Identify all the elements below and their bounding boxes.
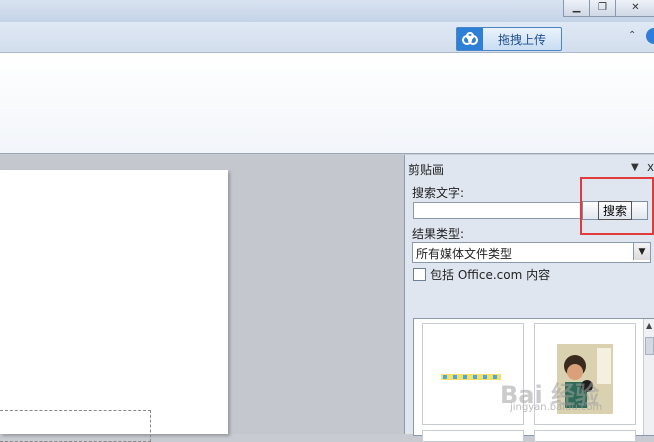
pane-menu-icon[interactable]: ▼	[631, 162, 639, 173]
search-text-label: 搜索文字:	[412, 186, 465, 200]
ribbon-body	[0, 53, 654, 154]
highlight-box	[580, 177, 654, 235]
close-button[interactable]: ✕	[615, 0, 654, 17]
search-input[interactable]	[413, 202, 603, 219]
dropdown-arrow-icon[interactable]: ▼	[633, 243, 650, 260]
results-scrollbar[interactable]: ▲	[643, 319, 654, 435]
minimize-ribbon-icon[interactable]: ⌃	[628, 30, 636, 41]
scroll-thumb[interactable]	[645, 337, 654, 355]
minimize-button[interactable]: ▁	[563, 0, 590, 17]
pane-title: 剪贴画	[408, 163, 445, 177]
ribbon-tab-row: 拖拽上传	[0, 22, 654, 53]
clipart-thumbnail[interactable]	[534, 430, 636, 442]
include-office-checkbox[interactable]	[413, 268, 426, 281]
upload-label: 拖拽上传	[497, 32, 546, 47]
restore-icon: ❐	[598, 2, 607, 13]
close-icon: ✕	[631, 2, 640, 13]
scroll-up-icon[interactable]: ▲	[646, 321, 652, 330]
watermark-url: jingyan.baidu.com	[510, 402, 603, 413]
document-workspace	[0, 155, 404, 442]
clipart-thumbnail[interactable]	[422, 430, 524, 442]
minimize-icon: ▁	[572, 2, 581, 13]
drag-upload-button[interactable]: 拖拽上传	[456, 27, 562, 51]
result-type-label: 结果类型:	[412, 227, 465, 241]
result-type-select[interactable]: 所有媒体文件类型 ▼	[412, 242, 651, 263]
cloud-icon	[457, 28, 483, 50]
slide-page[interactable]	[0, 170, 228, 442]
maximize-button[interactable]: ❐	[589, 0, 616, 17]
title-bar: ▁ ❐ ✕	[0, 0, 654, 22]
text-placeholder[interactable]	[0, 410, 151, 442]
pane-close-icon[interactable]: x	[647, 160, 654, 174]
result-type-value: 所有媒体文件类型	[416, 247, 513, 261]
include-office-label: 包括 Office.com 内容	[430, 268, 551, 282]
